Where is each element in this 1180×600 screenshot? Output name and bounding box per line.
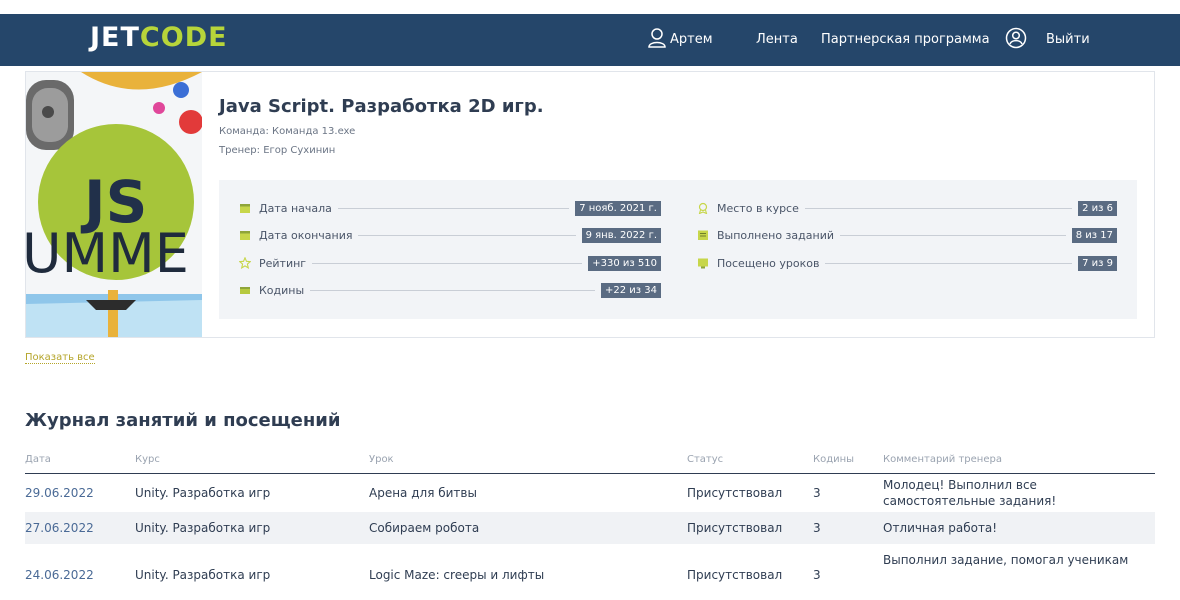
stat-leader-line [312, 262, 583, 264]
stat-rating: Рейтинг +330 из 510 [239, 254, 661, 272]
stat-label: Выполнено заданий [717, 228, 834, 242]
user-icon[interactable] [648, 28, 666, 48]
stat-leader-line [804, 207, 1073, 209]
course-stats-panel: Дата начала 7 нояб. 2021 г. Дата окончан… [219, 180, 1137, 319]
stat-value: 7 из 9 [1078, 255, 1117, 271]
cell-course: Unity. Разработка игр [135, 568, 271, 582]
header-bar: JETCODE Артем Лента Партнерская программ… [0, 14, 1180, 66]
top-band [0, 0, 1180, 14]
cell-course: Unity. Разработка игр [135, 521, 271, 535]
column-header-lesson[interactable]: Урок [369, 454, 394, 465]
calendar-icon [240, 231, 250, 240]
cell-comment: Выполнил задание, помогал ученикам [883, 553, 1129, 567]
stat-codins: Кодины +22 из 34 [239, 281, 661, 299]
course-trainer: Тренер: Егор Сухинин [219, 145, 336, 156]
stat-leader-line [358, 234, 576, 236]
nav-user-name[interactable]: Артем [670, 32, 713, 47]
nav-logout-link[interactable]: Выйти [1046, 32, 1090, 47]
cell-comment: Отличная работа! [883, 521, 998, 535]
stat-label: Дата начала [259, 201, 332, 215]
cell-comment: Молодец! Выполнил все самостоятельные за… [883, 478, 1057, 508]
column-header-codins[interactable]: Кодины [813, 454, 854, 465]
calendar-icon [240, 204, 250, 213]
course-image-umme-text: UMME [26, 222, 189, 285]
stat-label: Посещено уроков [717, 256, 820, 270]
cell-lesson: Арена для битвы [369, 486, 477, 500]
course-card: JS UMME Java Script. Разработка 2D игр. … [25, 71, 1155, 338]
column-header-comment[interactable]: Комментарий тренера [883, 454, 1002, 465]
column-header-status[interactable]: Статус [687, 454, 723, 465]
stat-value: 7 нояб. 2021 г. [575, 200, 661, 216]
stat-lessons: Посещено уроков 7 из 9 [697, 254, 1117, 272]
cell-codins: 3 [813, 568, 821, 582]
star-icon [239, 257, 251, 269]
stat-place: Место в курсе 2 из 6 [697, 199, 1117, 217]
stat-value: 9 янв. 2022 г. [581, 227, 661, 243]
stat-tasks: Выполнено заданий 8 из 17 [697, 226, 1117, 244]
stat-value: +330 из 510 [588, 255, 661, 271]
stat-leader-line [825, 262, 1073, 264]
logo[interactable]: JETCODE [90, 22, 228, 53]
logo-text-code: CODE [139, 22, 228, 53]
course-title: Java Script. Разработка 2D игр. [219, 96, 544, 117]
coins-icon [240, 287, 250, 294]
account-circle-icon[interactable] [1005, 27, 1027, 49]
stat-leader-line [840, 234, 1066, 236]
stat-value: 2 из 6 [1078, 200, 1117, 216]
cell-codins: 3 [813, 486, 821, 500]
table-row[interactable]: 24.06.2022 Unity. Разработка игр Logic M… [25, 544, 1155, 582]
stat-label: Рейтинг [259, 256, 307, 270]
stat-label: Дата окончания [259, 228, 353, 242]
course-illustration: JS UMME [26, 72, 202, 337]
table-row[interactable]: 29.06.2022 Unity. Разработка игр Арена д… [25, 474, 1155, 512]
logo-text-jet: JET [90, 22, 140, 53]
stat-leader-line [337, 207, 570, 209]
cell-codins: 3 [813, 521, 821, 535]
cell-status: Присутствовал [687, 521, 783, 535]
stat-end-date: Дата окончания 9 янв. 2022 г. [239, 226, 661, 244]
stat-label: Место в курсе [717, 201, 799, 215]
stat-value: 8 из 17 [1071, 227, 1117, 243]
stat-label: Кодины [259, 283, 305, 297]
cell-status: Присутствовал [687, 486, 783, 500]
cell-lesson: Logic Maze: creepы и лифты [369, 568, 545, 582]
show-all-link[interactable]: Показать все [25, 352, 95, 364]
table-row[interactable]: 27.06.2022 Unity. Разработка игр Собирае… [25, 512, 1155, 544]
journal-table: Дата Курс Урок Статус Кодины Комментарий… [25, 446, 1155, 582]
nav-feed-link[interactable]: Лента [756, 32, 798, 47]
stat-leader-line [310, 289, 595, 291]
journal-title: Журнал занятий и посещений [25, 410, 341, 431]
cell-lesson: Собираем робота [369, 521, 480, 535]
cell-status: Присутствовал [687, 568, 783, 582]
stat-start-date: Дата начала 7 нояб. 2021 г. [239, 199, 661, 217]
column-header-course[interactable]: Курс [135, 454, 160, 465]
stat-value: +22 из 34 [600, 282, 661, 298]
column-header-date[interactable]: Дата [25, 454, 51, 465]
course-team: Команда: Команда 13.exe [219, 126, 356, 137]
lessons-icon [698, 258, 708, 269]
table-header: Дата Курс Урок Статус Кодины Комментарий… [25, 446, 1155, 474]
cell-date: 24.06.2022 [25, 568, 94, 582]
award-icon [698, 202, 708, 214]
cell-date: 29.06.2022 [25, 486, 94, 500]
cell-date: 27.06.2022 [25, 521, 94, 535]
cell-course: Unity. Разработка игр [135, 486, 271, 500]
nav-partner-link[interactable]: Партнерская программа [821, 32, 990, 47]
course-image[interactable]: JS UMME [26, 72, 202, 337]
tasks-icon [698, 230, 708, 240]
